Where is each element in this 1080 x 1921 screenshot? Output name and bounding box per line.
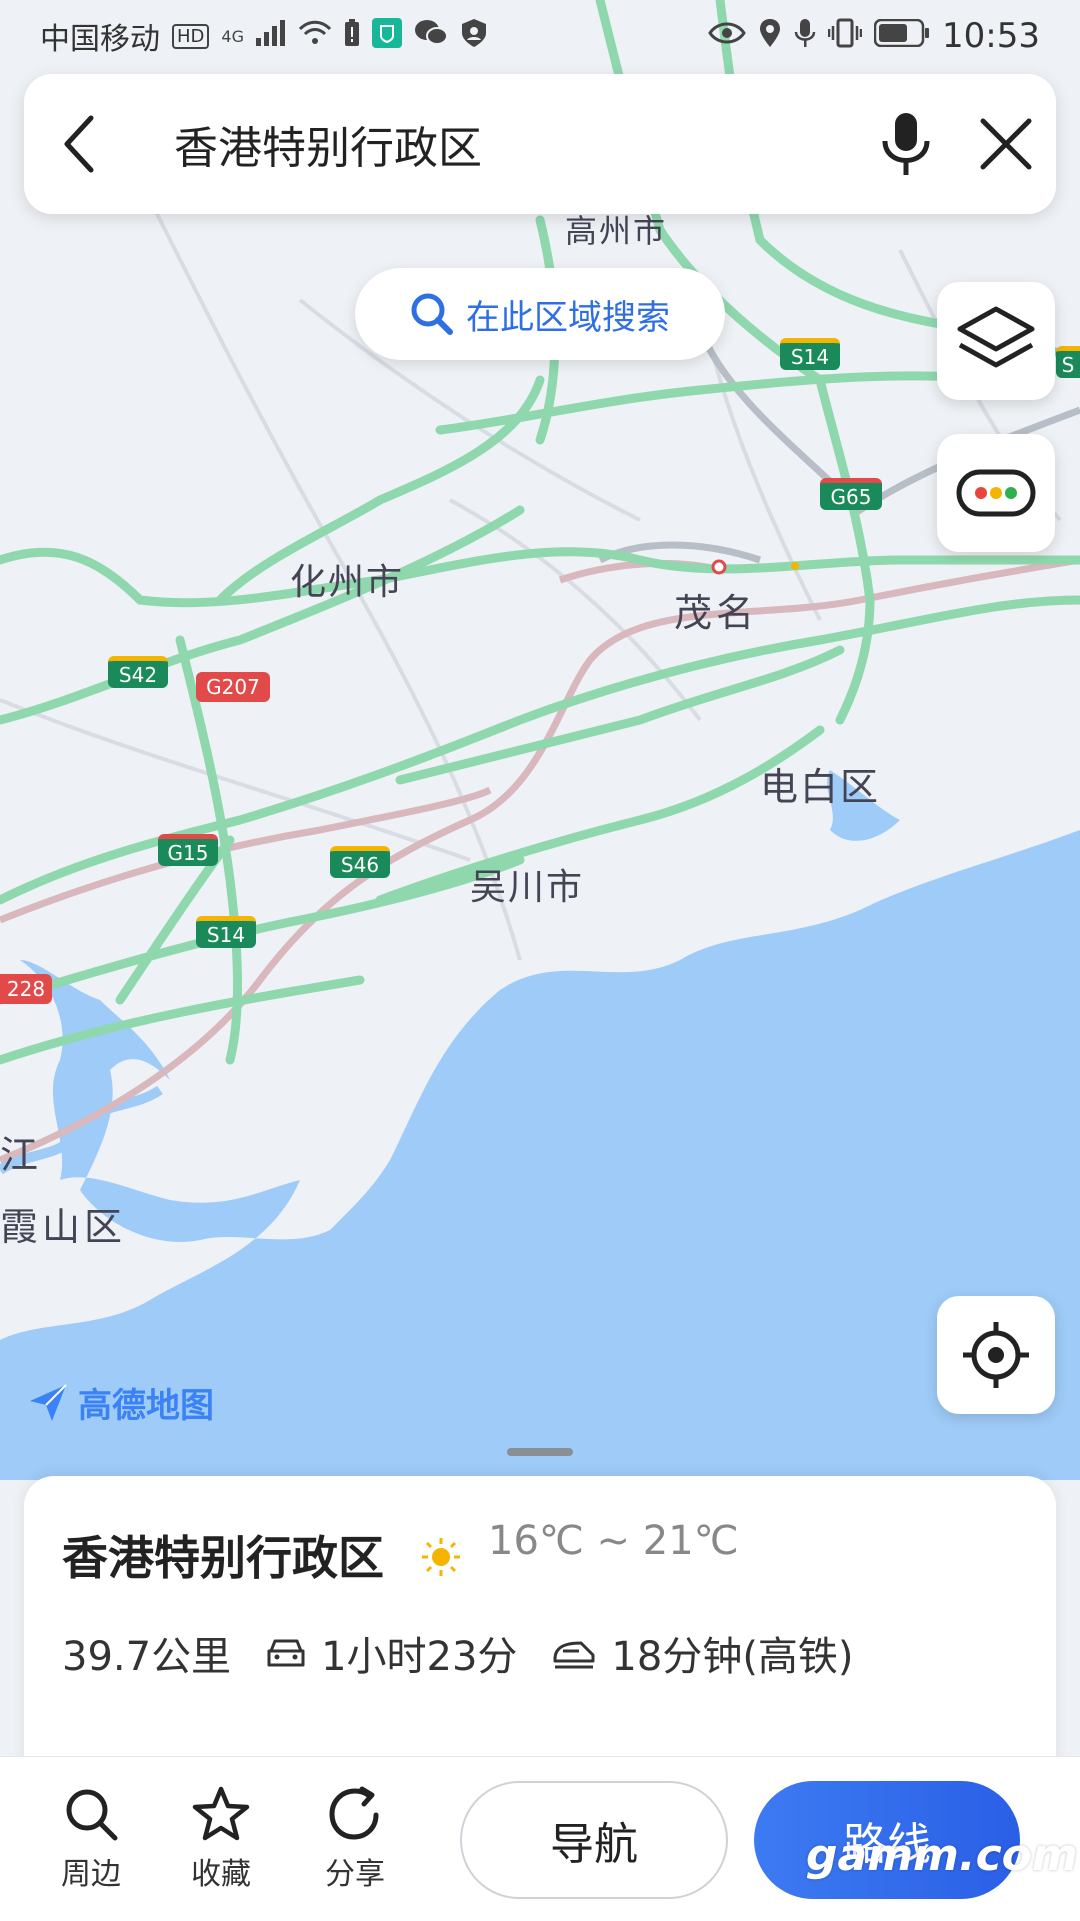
map-brand-logo: 高德地图 [26, 1378, 214, 1427]
signal-icon [255, 20, 286, 52]
shield-app-icon [371, 18, 402, 54]
sun-icon [420, 1536, 462, 1588]
search-icon [411, 293, 453, 335]
brand-label: 高德地图 [78, 1386, 214, 1426]
vibrate-icon [827, 18, 863, 54]
wechat-icon [414, 19, 448, 53]
car-icon [265, 1635, 307, 1671]
temperature-range: 16℃ ~ 21℃ [488, 1518, 739, 1564]
share-label: 分享 [325, 1857, 385, 1892]
mic-status-icon [794, 18, 816, 54]
search-icon [36, 1779, 146, 1849]
clear-button[interactable] [956, 74, 1056, 214]
location-icon [758, 18, 782, 54]
share-button[interactable]: 分享 [300, 1779, 410, 1893]
map-label-xiashan: 霞山区 [0, 1205, 127, 1249]
back-button[interactable] [24, 74, 134, 214]
search-this-area-label: 在此区域搜索 [466, 297, 670, 338]
network-label: 4G [221, 26, 244, 46]
road-badge: S46 [330, 846, 390, 878]
road-badge: S14 [780, 338, 840, 370]
wifi-icon [298, 20, 332, 52]
city-dot [711, 559, 727, 575]
layers-button[interactable] [937, 282, 1055, 400]
train-icon [551, 1635, 597, 1671]
drive-time: 1小时23分 [321, 1634, 518, 1680]
road-badge: G15 [158, 834, 218, 866]
road-badge: S [1056, 346, 1080, 378]
map-label-dianbai: 电白区 [760, 765, 881, 809]
status-bar: 中国移动 HD 4G 10:53 [0, 0, 1080, 72]
place-title: 香港特别行政区 [62, 1531, 384, 1585]
map-label-wuchuan: 吴川市 [470, 867, 585, 908]
navigate-button[interactable]: 导航 [460, 1781, 728, 1899]
nearby-button[interactable]: 周边 [36, 1779, 146, 1893]
locate-me-button[interactable] [937, 1296, 1055, 1414]
map-label-jiang: 江 [0, 1133, 39, 1177]
star-icon [166, 1779, 276, 1849]
clock: 10:53 [942, 16, 1040, 56]
search-bar: 香港特别行政区 [24, 74, 1056, 214]
search-this-area-button[interactable]: 在此区域搜索 [355, 268, 725, 360]
hd-badge: HD [172, 23, 210, 49]
share-icon [300, 1779, 410, 1849]
sheet-drag-handle[interactable] [507, 1448, 573, 1456]
road-badge: G65 [820, 478, 882, 510]
layers-icon [957, 306, 1035, 368]
distance-value: 39.7公里 [62, 1634, 232, 1680]
travel-summary: 39.7公里 1小时23分 18分钟(高铁) [62, 1624, 854, 1682]
road-badge: S14 [196, 916, 256, 948]
microphone-icon [882, 113, 930, 175]
close-icon [980, 118, 1032, 170]
traffic-light-icon [956, 469, 1036, 517]
back-arrow-icon [64, 115, 94, 173]
road-badge: S42 [108, 656, 168, 688]
watermark: gamm.com [806, 1830, 1078, 1881]
nearby-label: 周边 [61, 1857, 121, 1892]
rail-time: 18分钟(高铁) [611, 1634, 854, 1680]
place-info-sheet: 香港特别行政区 16℃ ~ 21℃ 39.7公里 1小时23分 18分钟(高铁) [24, 1476, 1056, 1776]
favorite-label: 收藏 [191, 1857, 251, 1892]
search-input[interactable]: 香港特别行政区 [134, 112, 856, 176]
voice-search-button[interactable] [856, 74, 956, 214]
crosshair-icon [963, 1322, 1029, 1388]
map-label-maoming: 茂名 [674, 591, 759, 635]
battery-alert-icon [344, 19, 360, 53]
battery-icon [873, 18, 930, 53]
traffic-button[interactable] [937, 434, 1055, 552]
carrier-label: 中国移动 [40, 22, 160, 57]
road-badge: 228 [0, 974, 52, 1004]
privacy-icon [460, 18, 488, 54]
road-badge: G207 [196, 672, 270, 702]
map-label-huazhou: 化州市 [290, 562, 405, 603]
favorite-button[interactable]: 收藏 [166, 1779, 276, 1893]
amap-logo-icon [30, 1383, 67, 1421]
eye-icon [708, 21, 746, 51]
